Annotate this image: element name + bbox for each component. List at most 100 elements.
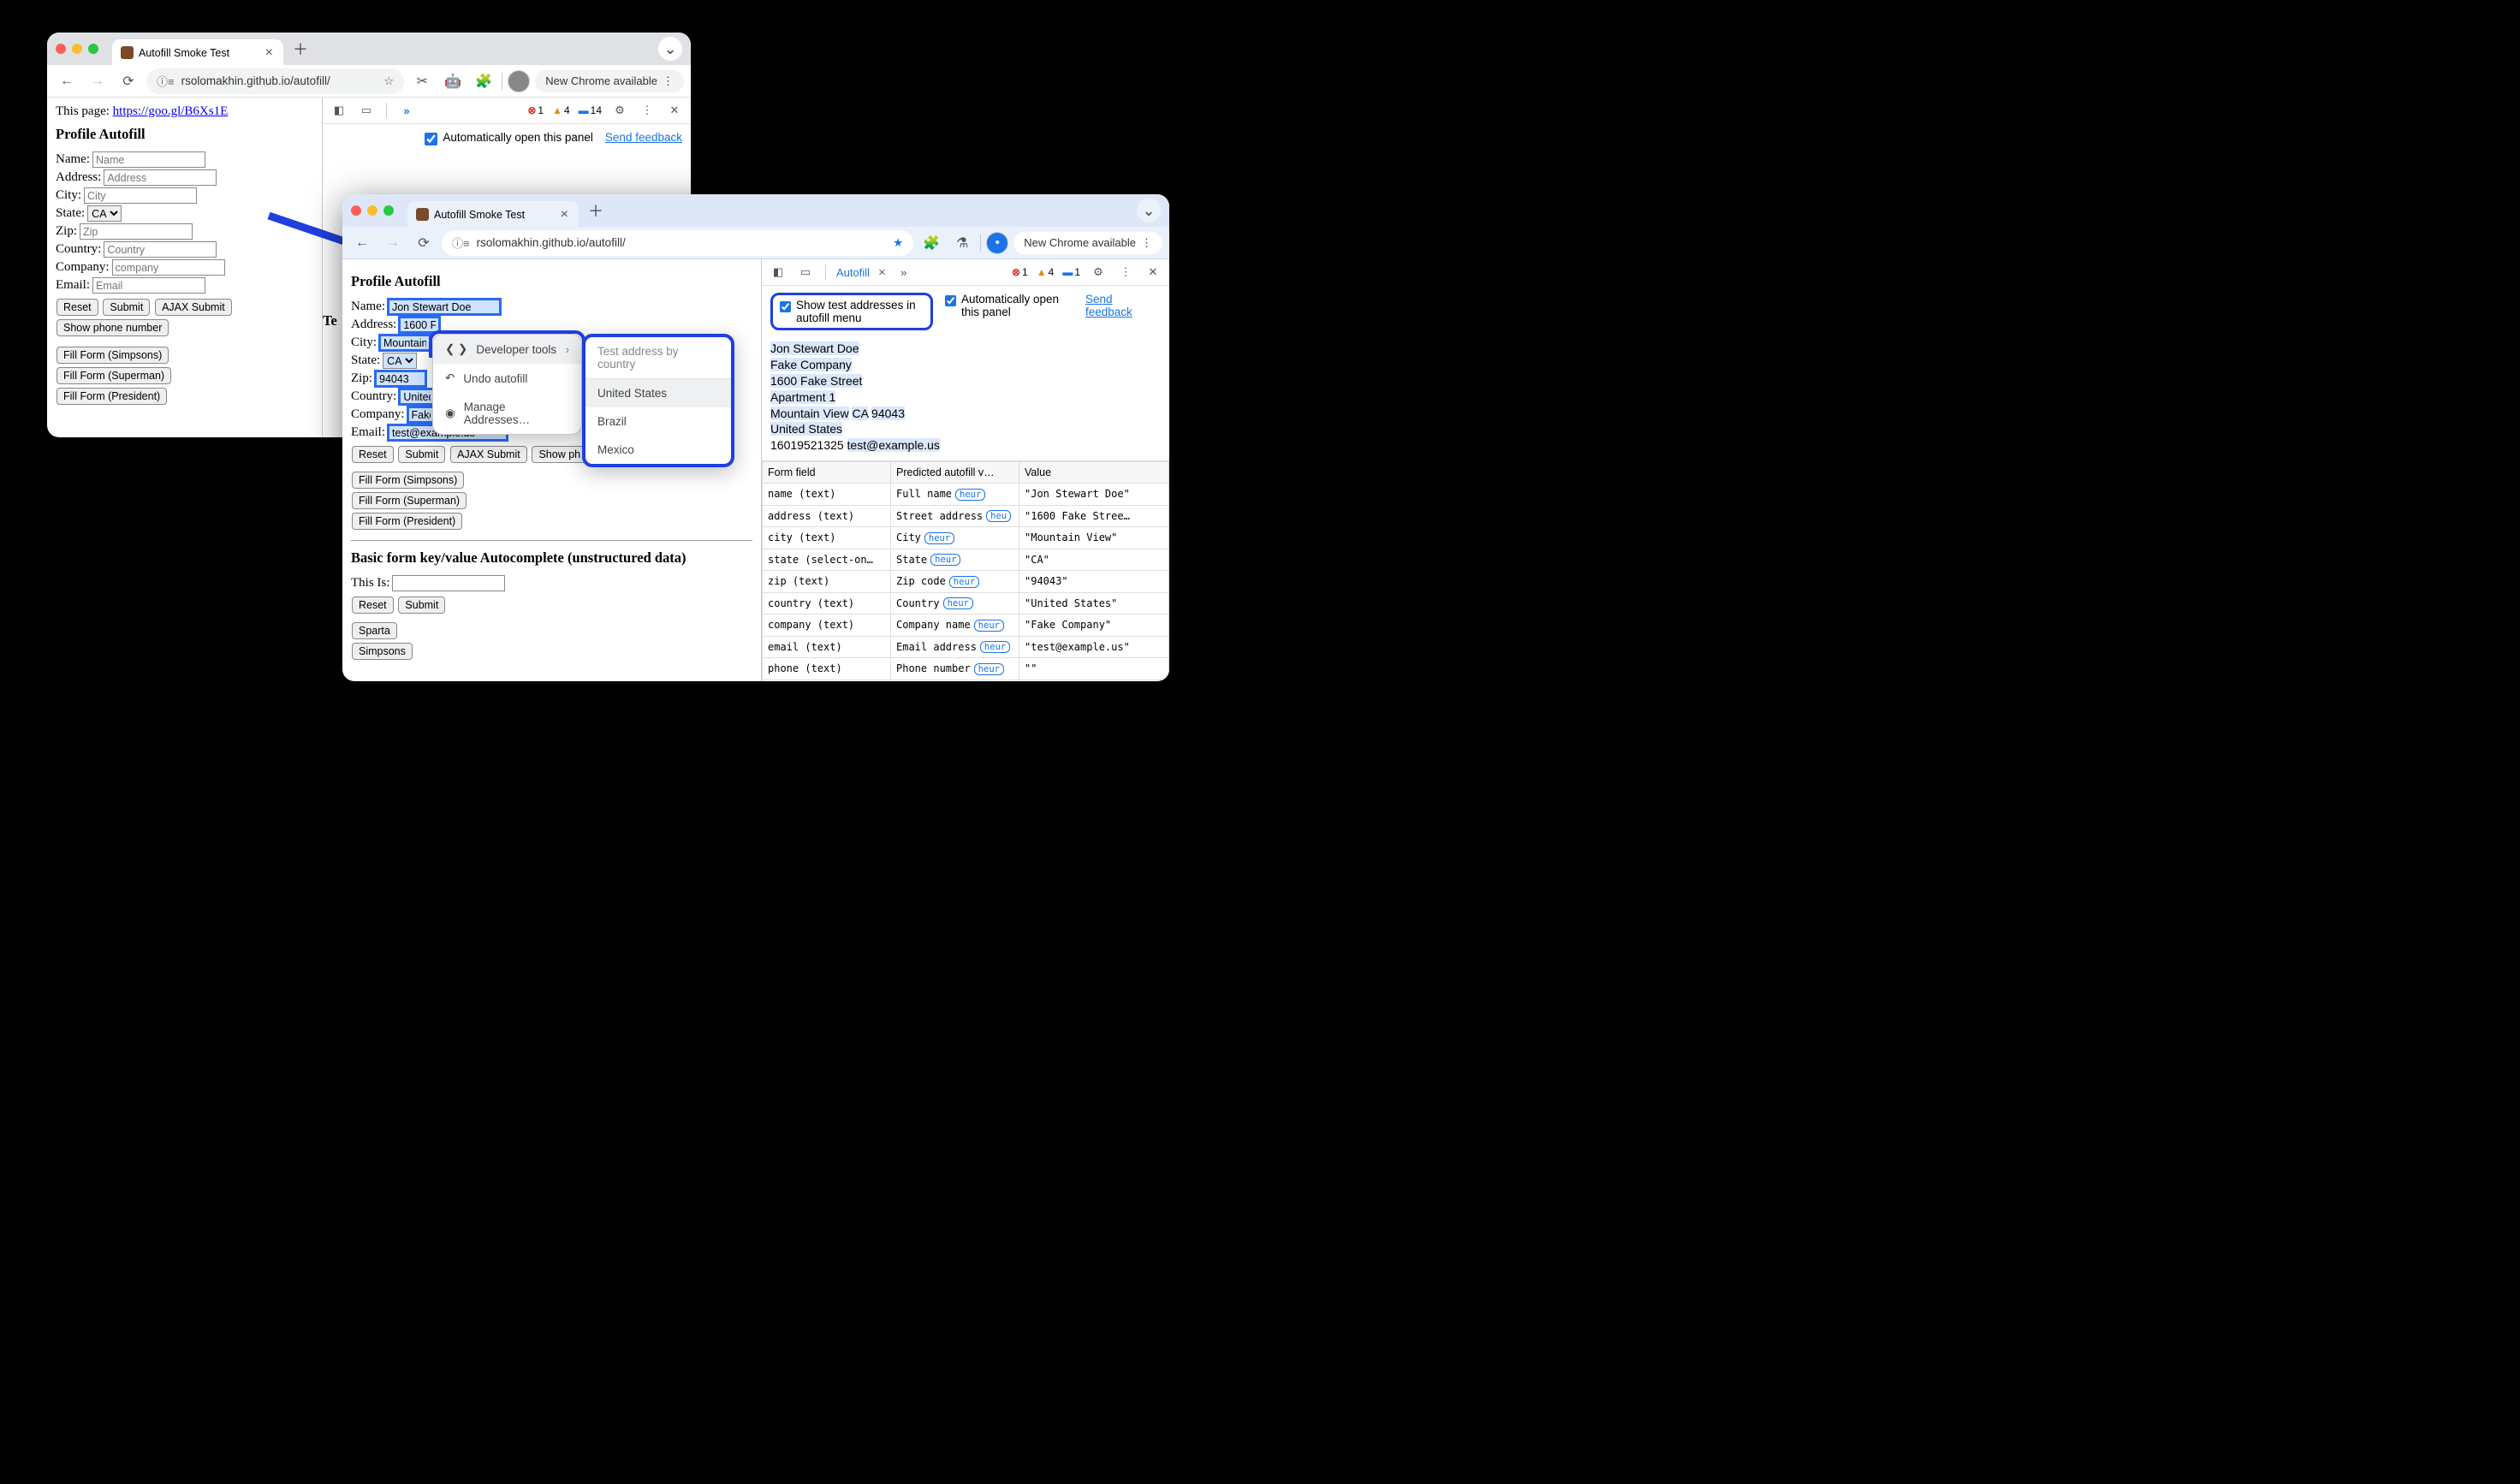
fill-president-button[interactable]: Fill Form (President) (56, 388, 167, 405)
menu-item-developer-tools[interactable]: ❮ ❯ Developer tools › (433, 335, 581, 364)
address-bar[interactable]: ⓘ≡ rsolomakhin.github.io/autofill/ (146, 68, 404, 94)
mac-traffic-lights[interactable] (56, 44, 98, 54)
inspect-icon[interactable]: ◧ (769, 263, 788, 282)
th-predicted[interactable]: Predicted autofill v… (891, 462, 1019, 484)
bookmark-star-icon[interactable] (893, 236, 903, 250)
reset2-button[interactable]: Reset (352, 597, 394, 614)
address-input[interactable] (399, 317, 440, 333)
page-short-link[interactable]: https://goo.gl/B6Xs1E (113, 104, 229, 118)
site-info-icon[interactable]: ⓘ≡ (157, 73, 175, 89)
auto-open-checkbox[interactable]: Automatically open this panel (425, 131, 593, 145)
country-item-br[interactable]: Brazil (585, 407, 731, 436)
city-input[interactable] (379, 335, 431, 351)
send-feedback-link[interactable]: Send feedback (1085, 293, 1145, 318)
show-phone-button[interactable]: Show ph (532, 446, 587, 463)
send-feedback-link[interactable]: Send feedback (605, 131, 682, 144)
message-count[interactable]: ▬14 (579, 104, 602, 116)
extensions-button[interactable] (471, 68, 496, 94)
tab-overflow-button[interactable]: ⌄ (658, 37, 682, 61)
zip-input[interactable] (375, 371, 426, 387)
fill-superman-button[interactable]: Fill Form (Superman) (352, 492, 467, 509)
close-devtools-icon[interactable] (1144, 263, 1162, 282)
table-row[interactable]: email (text)Email addressheur"test@examp… (763, 636, 1169, 658)
state-select[interactable]: CA (87, 205, 122, 222)
close-window-icon[interactable] (56, 44, 66, 54)
auto-open-input[interactable] (425, 133, 437, 145)
table-row[interactable]: address (text)Street addressheu"1600 Fak… (763, 505, 1169, 527)
labs-button[interactable] (949, 230, 975, 256)
reset-button[interactable]: Reset (56, 299, 98, 316)
name-input[interactable] (388, 299, 501, 315)
reload-button[interactable] (411, 230, 437, 256)
country-item-mx[interactable]: Mexico (585, 436, 731, 464)
company-input[interactable] (112, 259, 225, 276)
message-count[interactable]: ▬1 (1062, 266, 1080, 278)
table-row[interactable]: state (select-on…Stateheur"CA" (763, 549, 1169, 571)
address-input[interactable] (104, 169, 217, 186)
show-test-addresses-checkbox[interactable]: Show test addresses in autofill menu (770, 293, 933, 330)
back-button[interactable] (54, 68, 80, 94)
settings-icon[interactable] (610, 101, 629, 120)
address-bar[interactable]: ⓘ≡ rsolomakhin.github.io/autofill/ (442, 230, 913, 256)
close-devtools-icon[interactable] (665, 101, 684, 120)
menu-item-undo-autofill[interactable]: Undo autofill (433, 364, 581, 393)
more-menu-icon[interactable] (1116, 263, 1135, 282)
table-row[interactable]: zip (text)Zip codeheur"94043" (763, 571, 1169, 593)
table-row[interactable]: country (text)Countryheur"United States" (763, 592, 1169, 614)
more-panels-icon[interactable]: » (894, 263, 913, 282)
reset-button[interactable]: Reset (352, 446, 394, 463)
ajax-submit-button[interactable]: AJAX Submit (155, 299, 232, 316)
mac-traffic-lights[interactable] (351, 205, 394, 216)
inspect-icon[interactable]: ◧ (330, 101, 348, 120)
bookmark-star-icon[interactable] (383, 74, 394, 88)
new-tab-button[interactable] (288, 37, 312, 61)
this-is-input[interactable] (392, 575, 505, 591)
minimize-window-icon[interactable] (72, 44, 82, 54)
close-window-icon[interactable] (351, 205, 361, 216)
back-button[interactable] (349, 230, 375, 256)
reload-button[interactable] (116, 68, 141, 94)
autofill-panel-tab[interactable]: Autofill (836, 266, 870, 279)
minimize-window-icon[interactable] (367, 205, 377, 216)
tab-close-icon[interactable]: × (561, 207, 568, 223)
submit-button[interactable]: Submit (103, 299, 150, 316)
auto-open-input[interactable] (945, 294, 956, 307)
new-tab-button[interactable] (584, 199, 608, 223)
show-phone-button[interactable]: Show phone number (56, 319, 169, 336)
company-input[interactable] (407, 407, 435, 423)
fill-simpsons-button[interactable]: Fill Form (Simpsons) (352, 472, 464, 489)
th-form-field[interactable]: Form field (763, 462, 891, 484)
settings-icon[interactable] (1089, 263, 1108, 282)
site-info-icon[interactable]: ⓘ≡ (452, 234, 470, 251)
zoom-window-icon[interactable] (88, 44, 98, 54)
submit-button[interactable]: Submit (398, 446, 445, 463)
tab-close-icon[interactable]: × (265, 45, 273, 61)
warning-count[interactable]: ▲4 (552, 104, 570, 116)
warning-count[interactable]: ▲4 (1037, 266, 1055, 278)
browser-tab[interactable]: Autofill Smoke Test × (112, 39, 283, 66)
panel-close-icon[interactable]: × (878, 265, 886, 280)
table-row[interactable]: city (text)Cityheur"Mountain View" (763, 527, 1169, 549)
fill-president-button[interactable]: Fill Form (President) (352, 513, 462, 530)
simpsons-button[interactable]: Simpsons (352, 643, 413, 660)
th-value[interactable]: Value (1019, 462, 1169, 484)
submit2-button[interactable]: Submit (398, 597, 445, 614)
fill-superman-button[interactable]: Fill Form (Superman) (56, 367, 171, 384)
email-input[interactable] (92, 277, 205, 294)
extensions-button[interactable] (918, 230, 944, 256)
sparta-button[interactable]: Sparta (352, 622, 397, 639)
country-item-us[interactable]: United States (585, 379, 731, 407)
error-count[interactable]: ⊗1 (527, 104, 544, 116)
name-input[interactable] (92, 151, 205, 168)
new-chrome-pill[interactable]: New Chrome available (535, 70, 684, 92)
auto-open-checkbox[interactable]: Automatically open this panel (945, 293, 1073, 318)
zip-input[interactable] (80, 223, 193, 240)
table-row[interactable]: company (text)Company nameheur"Fake Comp… (763, 614, 1169, 637)
device-toggle-icon[interactable]: ▭ (796, 263, 815, 282)
zoom-window-icon[interactable] (383, 205, 394, 216)
table-row[interactable]: name (text)Full nameheur"Jon Stewart Doe… (763, 484, 1169, 506)
error-count[interactable]: ⊗1 (1012, 266, 1028, 278)
browser-tab[interactable]: Autofill Smoke Test × (407, 201, 579, 228)
scissors-ext-button[interactable] (409, 68, 435, 94)
more-menu-icon[interactable] (638, 101, 657, 120)
